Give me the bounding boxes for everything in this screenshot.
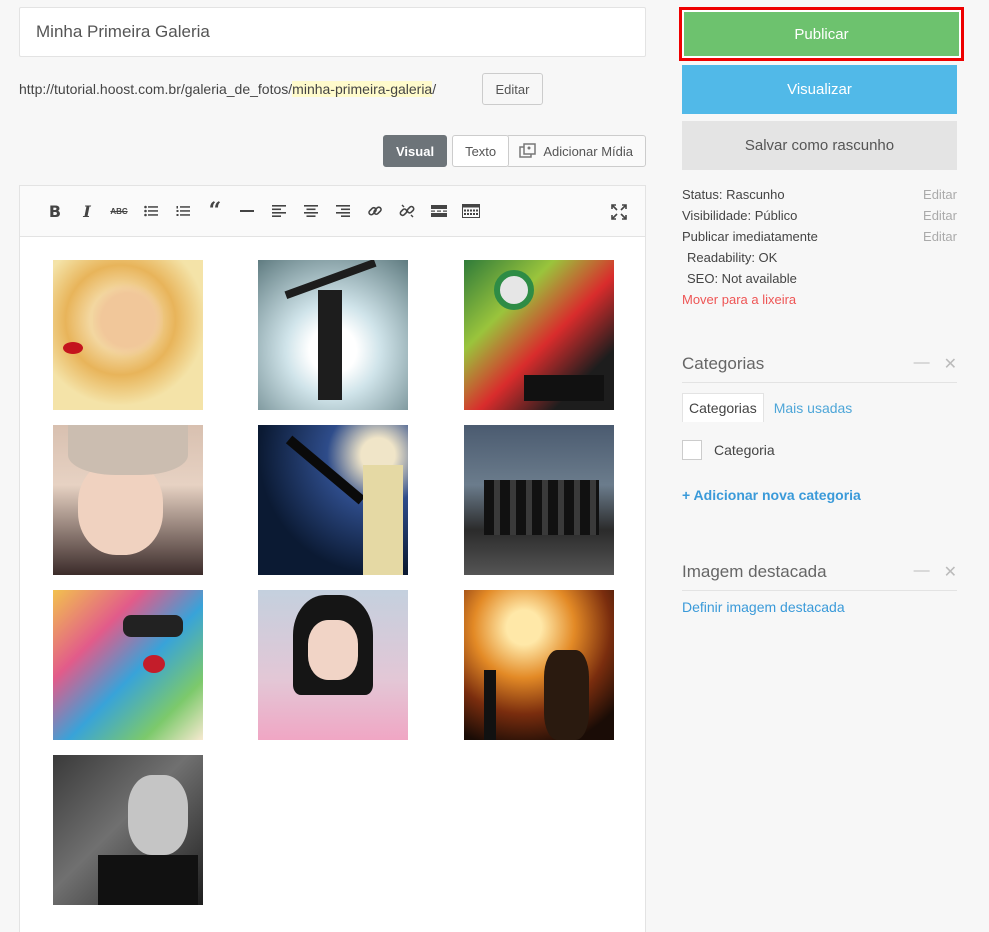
close-icon[interactable]: ✕ [944, 562, 957, 582]
category-checkbox[interactable] [682, 440, 702, 460]
strikethrough-icon[interactable]: ABC [103, 195, 135, 227]
collapse-icon[interactable]: — [914, 562, 930, 582]
close-icon[interactable]: ✕ [944, 354, 957, 374]
gallery-image[interactable] [53, 590, 203, 740]
gallery-image[interactable] [464, 260, 614, 410]
align-right-icon[interactable] [327, 195, 359, 227]
numbered-list-icon[interactable] [167, 195, 199, 227]
readability-text: Readability: OK [687, 250, 778, 265]
link-icon[interactable] [359, 195, 391, 227]
fullscreen-icon[interactable] [603, 196, 635, 228]
categories-title: Categorias [682, 354, 765, 373]
visibility-text: Visibilidade: Público [682, 208, 798, 223]
categories-box-header: Categorias — ✕ [682, 346, 957, 383]
seo-text: SEO: Not available [687, 271, 797, 286]
category-label: Categoria [714, 442, 775, 458]
edit-visibility-link[interactable]: Editar [923, 208, 957, 223]
tab-visual[interactable]: Visual [383, 135, 448, 167]
gallery-image[interactable] [53, 425, 203, 575]
align-left-icon[interactable] [263, 195, 295, 227]
schedule-row: Publicar imediatamente Editar [682, 226, 957, 247]
schedule-text: Publicar imediatamente [682, 229, 818, 244]
add-media-label: Adicionar Mídia [543, 143, 633, 159]
edit-status-link[interactable]: Editar [923, 187, 957, 202]
editor-tabs: Adicionar Mídia [506, 135, 646, 167]
gallery-image[interactable] [53, 260, 203, 410]
featured-image-box-header: Imagem destacada — ✕ [682, 554, 957, 591]
publish-button[interactable]: Publicar [679, 7, 964, 61]
editor[interactable]: B I ABC “ [19, 185, 646, 932]
blockquote-icon[interactable]: “ [199, 195, 231, 227]
gallery-image[interactable] [464, 590, 614, 740]
post-title-input[interactable]: Minha Primeira Galeria [19, 7, 646, 57]
tab-all-categories[interactable]: Categorias [682, 393, 764, 422]
visibility-row: Visibilidade: Público Editar [682, 205, 957, 226]
permalink-slug[interactable]: minha-primeira-galeria [292, 81, 433, 97]
edit-permalink-button[interactable]: Editar [482, 73, 543, 105]
featured-image-title: Imagem destacada [682, 562, 827, 581]
collapse-icon[interactable]: — [914, 354, 930, 374]
tab-most-used[interactable]: Mais usadas [764, 400, 853, 416]
read-more-icon[interactable] [423, 195, 455, 227]
categories-tabs: Categorias Mais usadas [682, 393, 852, 422]
status-row: Status: Rascunho Editar [682, 184, 957, 205]
editor-toolbar: B I ABC “ [20, 186, 645, 237]
media-icon [519, 143, 537, 158]
tab-text[interactable]: Texto [452, 135, 510, 167]
bold-icon[interactable]: B [39, 195, 71, 227]
gallery-image[interactable] [258, 260, 408, 410]
horizontal-rule-icon[interactable] [231, 195, 263, 227]
set-featured-image-link[interactable]: Definir imagem destacada [682, 599, 845, 615]
gallery-image[interactable] [258, 425, 408, 575]
add-media-button[interactable]: Adicionar Mídia [506, 135, 646, 167]
add-category-link[interactable]: + Adicionar nova categoria [682, 487, 861, 503]
bullet-list-icon[interactable] [135, 195, 167, 227]
category-item: Categoria [682, 440, 775, 460]
gallery-image[interactable] [258, 590, 408, 740]
italic-icon[interactable]: I [71, 195, 103, 227]
seo-row: SEO: Not available [687, 268, 962, 289]
toolbar-toggle-icon[interactable] [455, 195, 487, 227]
align-center-icon[interactable] [295, 195, 327, 227]
permalink-base: http://tutorial.hoost.com.br/galeria_de_… [19, 81, 293, 97]
preview-button[interactable]: Visualizar [682, 65, 957, 114]
readability-row: Readability: OK [687, 247, 962, 268]
save-draft-button[interactable]: Salvar como rascunho [682, 121, 957, 170]
publish-button-label: Publicar [684, 12, 959, 56]
gallery-image[interactable] [53, 755, 203, 905]
gallery-image[interactable] [464, 425, 614, 575]
edit-schedule-link[interactable]: Editar [923, 229, 957, 244]
permalink-trail: / [432, 81, 437, 97]
move-to-trash-link[interactable]: Mover para a lixeira [682, 289, 796, 310]
permalink: http://tutorial.hoost.com.br/galeria_de_… [19, 73, 436, 105]
status-text: Status: Rascunho [682, 187, 785, 202]
unlink-icon[interactable] [391, 195, 423, 227]
